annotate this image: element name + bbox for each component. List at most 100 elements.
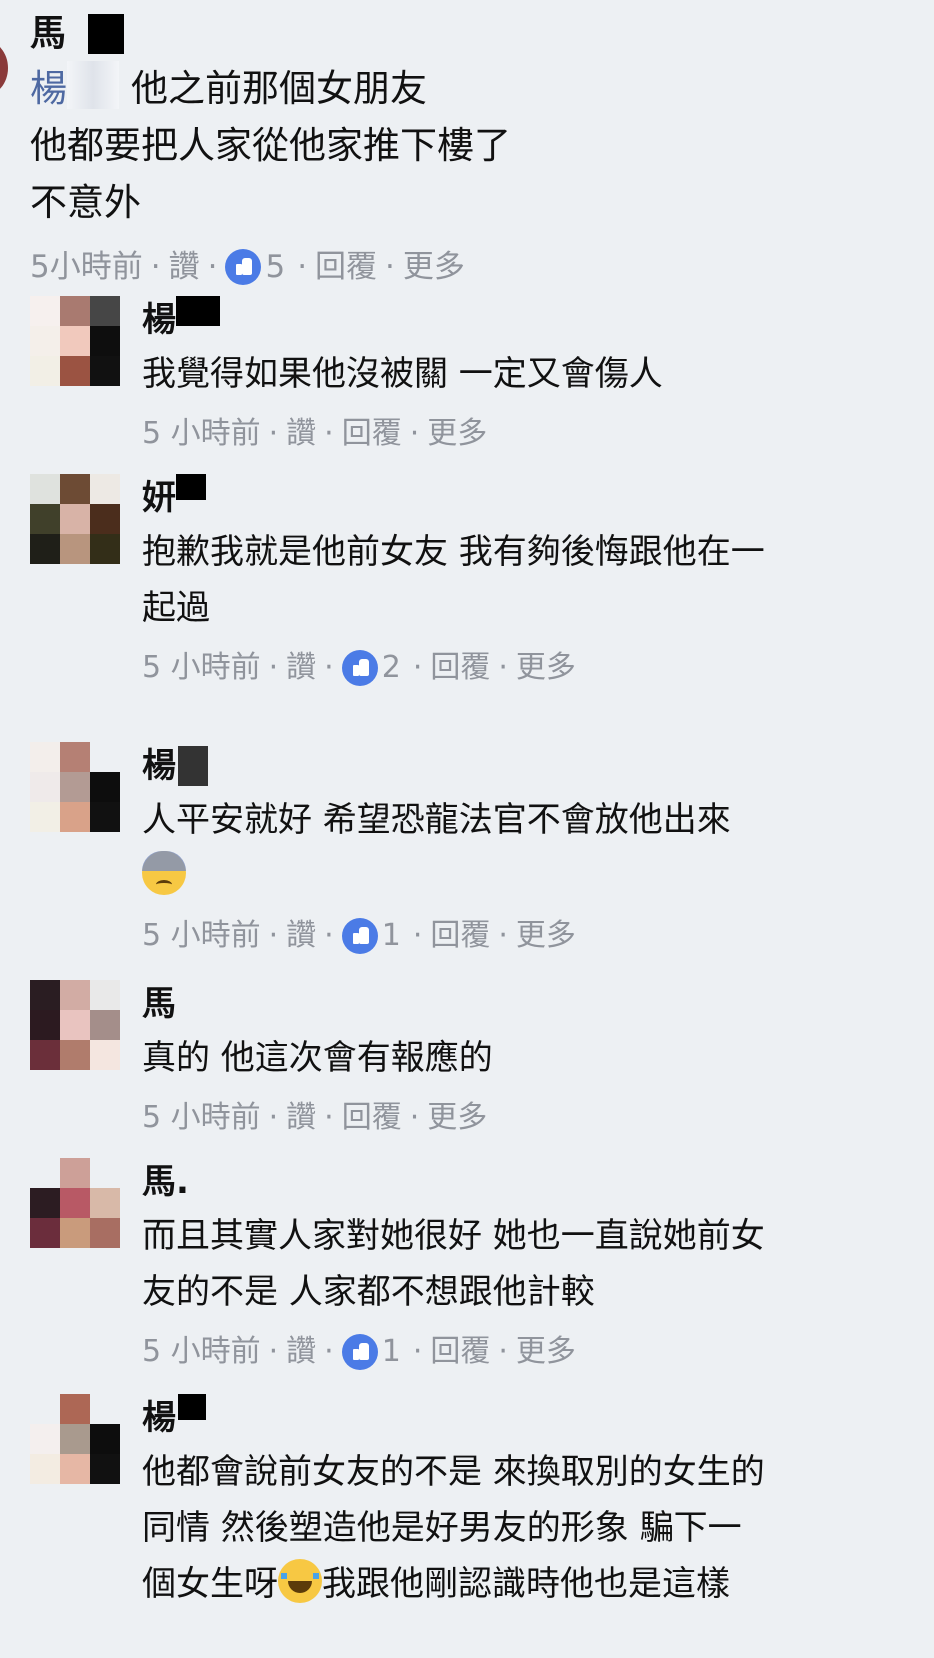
redaction-block (176, 474, 206, 500)
author-name[interactable]: 楊 (142, 1398, 176, 1438)
reply-button[interactable]: 回覆 (430, 1320, 490, 1384)
comment-author[interactable]: 馬 (30, 8, 124, 60)
comment-line: 他都會說前女友的不是 來換取別的女生的 (142, 1452, 765, 1492)
separator: · (412, 1334, 423, 1369)
reply-button[interactable]: 回覆 (342, 1086, 402, 1150)
avatar[interactable] (30, 980, 120, 1070)
separator: · (412, 918, 423, 953)
comment-author[interactable]: 馬 (142, 980, 176, 1030)
reply-content: 楊 人平安就好 希望恐龍法官不會放他出來 5 小時前 · 讚 · 1 · 回覆 … (142, 742, 912, 968)
separator: · (498, 650, 508, 685)
reaction-count[interactable]: 1 (382, 1320, 401, 1384)
separator: · (324, 416, 334, 451)
separator: · (268, 1334, 279, 1369)
mention-link[interactable]: 楊 (30, 61, 131, 110)
avatar[interactable] (30, 1394, 120, 1484)
separator: · (268, 1100, 279, 1135)
comment-text: 個女生呀 (142, 1564, 278, 1604)
separator: · (150, 249, 161, 285)
redaction-block (88, 14, 124, 54)
comment-line: 個女生呀 我跟他剛認識時他也是這樣 (142, 1556, 912, 1612)
reply-button[interactable]: 回覆 (342, 402, 402, 466)
separator: · (385, 249, 395, 285)
like-icon[interactable] (341, 650, 378, 686)
author-name[interactable]: 妍 (142, 478, 176, 518)
comment-line: 他都要把人家從他家推下樓了 (30, 124, 511, 167)
reply-content: 馬. 而且其實人家對她很好 她也一直說她前女 友的不是 人家都不想跟他計較 5 … (142, 1158, 912, 1384)
more-button[interactable]: 更多 (516, 904, 576, 968)
like-button[interactable]: 讚 (169, 237, 200, 297)
comment-line: 起過 (142, 588, 210, 628)
like-icon[interactable] (341, 1334, 378, 1370)
separator: · (268, 650, 279, 685)
timestamp[interactable]: 5小時前 (30, 237, 143, 297)
avatar[interactable] (30, 1158, 120, 1248)
separator: · (324, 1100, 334, 1135)
author-name[interactable]: 馬. (142, 1162, 189, 1202)
author-name[interactable]: 馬 (142, 984, 176, 1024)
timestamp[interactable]: 5 小時前 (142, 402, 261, 466)
comment-line: 他之前那個女朋友 (131, 67, 427, 110)
comment-author[interactable]: 妍 (142, 474, 206, 524)
avatar[interactable] (0, 40, 8, 96)
like-button[interactable]: 讚 (286, 402, 316, 466)
timestamp[interactable]: 5 小時前 (142, 1086, 261, 1150)
timestamp[interactable]: 5 小時前 (142, 1320, 261, 1384)
comment-author[interactable]: 楊 (142, 742, 208, 792)
comment-line: 真的 他這次會有報應的 (142, 1038, 493, 1078)
more-button[interactable]: 更多 (427, 1086, 487, 1150)
comment-line: 抱歉我就是他前女友 我有夠後悔跟他在一 (142, 532, 765, 572)
more-button[interactable]: 更多 (516, 1320, 576, 1384)
separator: · (268, 416, 279, 451)
like-icon[interactable] (341, 918, 378, 954)
like-button[interactable]: 讚 (286, 636, 316, 700)
reaction-count[interactable]: 5 (265, 237, 285, 297)
avatar[interactable] (30, 474, 120, 564)
like-button[interactable]: 讚 (286, 1086, 316, 1150)
separator: · (207, 249, 218, 285)
timestamp[interactable]: 5 小時前 (142, 904, 261, 968)
like-button[interactable]: 讚 (286, 904, 316, 968)
comment-text: 我跟他剛認識時他也是這樣 (322, 1564, 730, 1604)
reply-button[interactable]: 回覆 (430, 636, 490, 700)
reaction-count[interactable]: 1 (382, 904, 401, 968)
reply-content: 妍 抱歉我就是他前女友 我有夠後悔跟他在一 起過 5 小時前 · 讚 · 2 ·… (142, 474, 912, 700)
comment-body: 楊他之前那個女朋友 (30, 60, 910, 117)
author-name[interactable]: 馬 (30, 13, 66, 54)
more-button[interactable]: 更多 (516, 636, 576, 700)
comment-author[interactable]: 楊 (142, 296, 220, 346)
reply-button[interactable]: 回覆 (315, 237, 377, 297)
redaction-block (176, 296, 220, 326)
comment-author[interactable]: 楊 (142, 1394, 206, 1444)
comment-meta: 5 小時前 · 讚 · 1 · 回覆 · 更多 (142, 904, 912, 968)
timestamp[interactable]: 5 小時前 (142, 636, 261, 700)
comment-author[interactable]: 馬. (142, 1158, 189, 1208)
redaction-block (178, 746, 208, 786)
comment: 馬 楊他之前那個女朋友 他都要把人家從他家推下樓了 不意外 5小時前 · 讚 ·… (30, 8, 910, 297)
more-button[interactable]: 更多 (427, 402, 487, 466)
laughing-tears-emoji-icon (278, 1559, 322, 1603)
like-button[interactable]: 讚 (286, 1320, 316, 1384)
avatar[interactable] (30, 742, 120, 832)
author-name[interactable]: 楊 (142, 746, 176, 786)
separator: · (409, 416, 420, 451)
reaction-count[interactable]: 2 (382, 636, 401, 700)
comment-meta: 5 小時前 · 讚 · 回覆 · 更多 (142, 402, 912, 466)
more-button[interactable]: 更多 (403, 237, 465, 297)
redaction-blur (67, 61, 119, 109)
author-name[interactable]: 楊 (142, 300, 176, 340)
reply-content: 馬 真的 他這次會有報應的 5 小時前 · 讚 · 回覆 · 更多 (142, 980, 912, 1150)
comment-line: 而且其實人家對她很好 她也一直說她前女 (142, 1216, 765, 1256)
comment-meta: 5 小時前 · 讚 · 1 · 回覆 · 更多 (142, 1320, 912, 1384)
reply-button[interactable]: 回覆 (430, 904, 490, 968)
like-icon[interactable] (225, 249, 262, 285)
avatar[interactable] (30, 296, 120, 386)
comment-line (142, 848, 912, 904)
separator: · (409, 1100, 420, 1135)
reply-content: 楊 他都會說前女友的不是 來換取別的女生的 同情 然後塑造他是好男友的形象 騙下… (142, 1394, 912, 1612)
comment-thread: 馬 楊他之前那個女朋友 他都要把人家從他家推下樓了 不意外 5小時前 · 讚 ·… (0, 0, 934, 1658)
separator: · (498, 918, 508, 953)
comment-line: 不意外 (30, 181, 141, 224)
comment-line: 友的不是 人家都不想跟他計較 (142, 1272, 595, 1312)
comment-line: 人平安就好 希望恐龍法官不會放他出來 (142, 800, 731, 840)
